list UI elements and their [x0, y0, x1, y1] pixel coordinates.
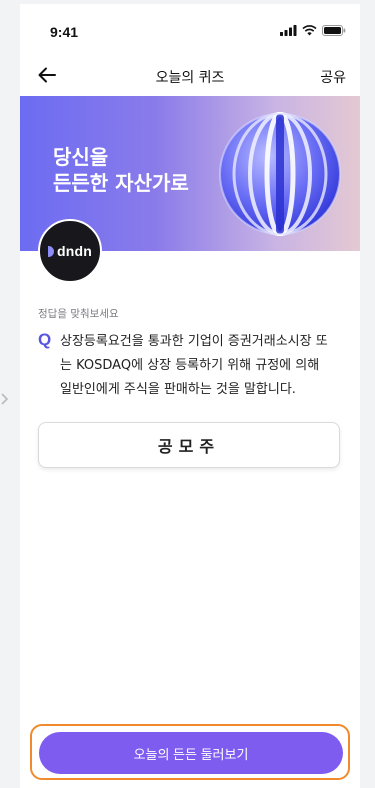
chevron-right-icon: [1, 393, 9, 405]
brand-logo: dndn: [38, 219, 102, 283]
share-button[interactable]: 공유: [320, 67, 346, 87]
status-bar: 9:41: [20, 4, 360, 56]
answer-text: 공모주: [157, 437, 221, 456]
nav-bar: 오늘의 퀴즈 공유: [20, 56, 360, 96]
question-text: 상장등록요건을 통과한 기업이 증권거래소시장 또 는 KOSDAQ에 상장 등…: [60, 330, 348, 402]
question-marker: Q: [38, 330, 52, 349]
logo-text: dndn: [56, 243, 92, 259]
quiz-instruction: 정답을 맞춰보세요: [38, 308, 119, 320]
answer-card[interactable]: 공모주: [38, 422, 340, 468]
battery-icon: [322, 25, 346, 36]
page-title: 오늘의 퀴즈: [155, 70, 225, 86]
banner-line-1: 당신을: [53, 145, 109, 169]
status-time: 9:41: [50, 24, 79, 40]
logo-mark-icon: [47, 245, 54, 257]
cta-label: 오늘의 든든 둘러보기: [133, 746, 249, 762]
wifi-icon: [302, 25, 317, 36]
banner-line-2: 든든한 자산가로: [53, 171, 189, 195]
signal-icon: [280, 25, 297, 36]
status-icons: [280, 25, 346, 36]
browse-today-button[interactable]: 오늘의 든든 둘러보기: [39, 732, 343, 774]
phone-screen: 9:41 오늘의 퀴즈 공유 당신을 든든한 자산가로 dndn 정답을 맞춰보…: [20, 4, 360, 788]
question-line: 는 KOSDAQ에 상장 등록하기 위해 규정에 의해: [60, 358, 320, 373]
banner-headline: 당신을 든든한 자산가로: [53, 144, 189, 196]
question-line: 상장등록요건을 통과한 기업이 증권거래소시장 또: [60, 334, 328, 349]
quiz-question: Q 상장등록요건을 통과한 기업이 증권거래소시장 또 는 KOSDAQ에 상장…: [38, 330, 348, 402]
question-line: 일반인에게 주식을 판매하는 것을 말합니다.: [60, 382, 296, 397]
sphere-illustration: [219, 112, 341, 236]
